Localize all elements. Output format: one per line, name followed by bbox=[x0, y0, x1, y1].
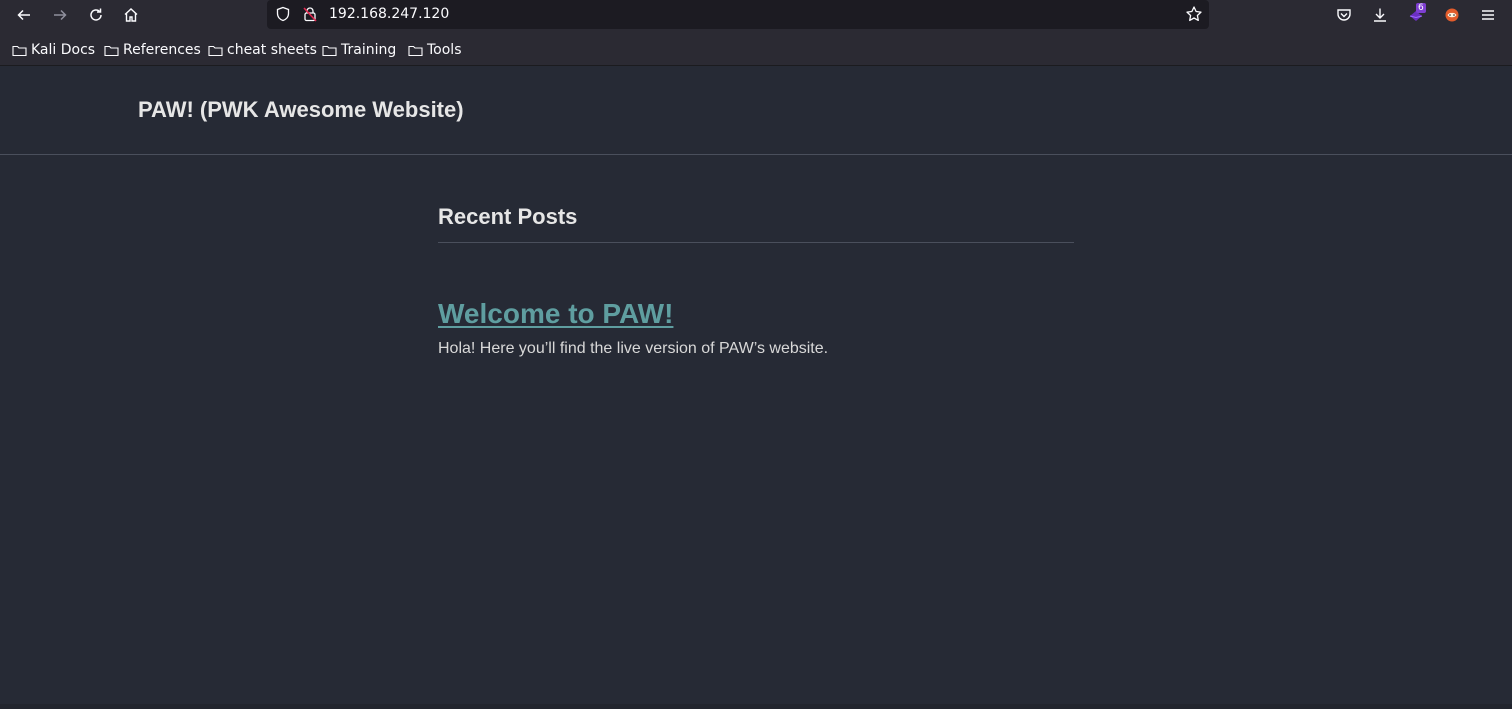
reload-button[interactable] bbox=[82, 2, 110, 28]
bookmarks-toolbar: Kali Docs References cheat sheets Traini… bbox=[0, 35, 1512, 65]
browser-toolbar: 192.168.247.120 6 bbox=[0, 0, 1512, 31]
post-excerpt: Hola! Here you’ll find the live version … bbox=[438, 340, 829, 357]
post-title-link[interactable]: Welcome to PAW! bbox=[438, 298, 673, 330]
profile-button[interactable] bbox=[1439, 2, 1465, 28]
home-icon bbox=[124, 8, 138, 22]
folder-icon bbox=[104, 45, 119, 56]
arrow-left-icon bbox=[17, 9, 30, 21]
main-content: Recent Posts Welcome to PAW! Hola! Here … bbox=[438, 204, 1074, 358]
bookmark-star-icon[interactable] bbox=[1185, 5, 1203, 23]
folder-icon bbox=[208, 45, 223, 56]
bookmark-label: Training bbox=[341, 42, 397, 58]
bookmark-folder-references[interactable]: References bbox=[104, 35, 201, 65]
reload-icon bbox=[90, 8, 102, 21]
extension-badge: 6 bbox=[1416, 3, 1426, 13]
insecure-lock-icon[interactable] bbox=[302, 6, 318, 22]
bookmark-label: Kali Docs bbox=[31, 42, 96, 58]
tracking-protection-shield-icon[interactable] bbox=[275, 6, 291, 22]
downloads-button[interactable] bbox=[1367, 2, 1393, 28]
folder-icon bbox=[12, 45, 27, 56]
download-icon bbox=[1374, 8, 1386, 22]
extension-button[interactable]: 6 bbox=[1403, 2, 1429, 28]
page-bottom-edge bbox=[0, 704, 1512, 709]
pocket-button[interactable] bbox=[1331, 2, 1357, 28]
arrow-right-icon bbox=[54, 9, 67, 21]
bookmark-label: cheat sheets bbox=[227, 42, 317, 58]
folder-icon bbox=[408, 45, 423, 56]
url-text[interactable]: 192.168.247.120 bbox=[329, 0, 449, 29]
site-title-link[interactable]: PAW! (PWK Awesome Website) bbox=[138, 97, 464, 123]
bookmark-folder-tools[interactable]: Tools bbox=[408, 35, 462, 65]
url-bar[interactable]: 192.168.247.120 bbox=[267, 0, 1209, 29]
recent-posts-heading: Recent Posts bbox=[438, 204, 1074, 243]
back-button[interactable] bbox=[10, 2, 38, 28]
hamburger-menu-icon bbox=[1482, 10, 1494, 20]
bookmark-folder-training[interactable]: Training bbox=[322, 35, 396, 65]
home-button[interactable] bbox=[117, 2, 145, 28]
folder-icon bbox=[322, 45, 337, 56]
forward-button[interactable] bbox=[46, 2, 74, 28]
bookmark-folder-cheat-sheets[interactable]: cheat sheets bbox=[208, 35, 317, 65]
bookmark-label: Tools bbox=[427, 42, 462, 58]
pocket-icon bbox=[1337, 9, 1351, 21]
web-page: PAW! (PWK Awesome Website) Recent Posts … bbox=[0, 66, 1512, 709]
site-header: PAW! (PWK Awesome Website) bbox=[0, 66, 1512, 155]
bookmark-label: References bbox=[123, 42, 201, 58]
bookmark-folder-kali-docs[interactable]: Kali Docs bbox=[12, 35, 95, 65]
app-menu-button[interactable] bbox=[1475, 2, 1501, 28]
fox-avatar-icon bbox=[1445, 8, 1459, 22]
